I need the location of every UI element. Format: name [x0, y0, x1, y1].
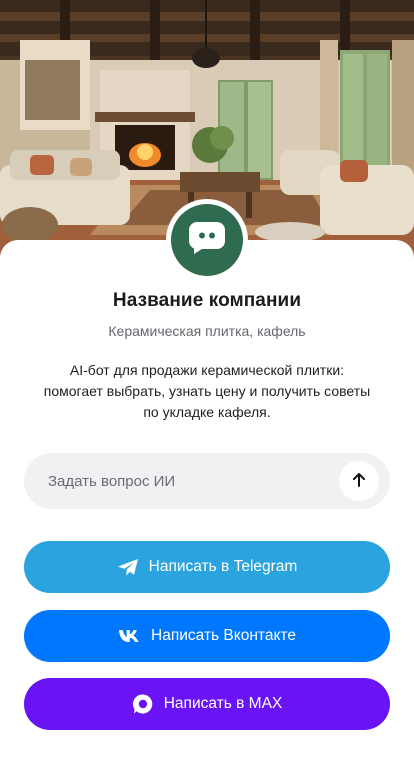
company-name: Название компании — [112, 290, 302, 311]
telegram-button-label: Написать в Telegram — [148, 558, 298, 575]
ask-ai-field — [24, 453, 390, 509]
arrow-up-icon — [351, 472, 367, 491]
company-category: Керамическая плитка, кафель — [108, 323, 306, 339]
vk-icon — [118, 629, 141, 643]
vk-button[interactable]: Написать Вконтакте — [24, 610, 390, 662]
vk-button-label: Написать Вконтакте — [151, 627, 296, 644]
company-description: AI-бот для продажи керамической плитки: … — [43, 362, 371, 420]
avatar — [171, 204, 243, 276]
max-button-label: Написать в MAX — [163, 695, 283, 712]
page: Название компании Керамическая плитка, к… — [0, 0, 414, 770]
max-button[interactable]: Написать в MAX — [24, 678, 390, 730]
telegram-icon — [117, 558, 139, 577]
company-avatar — [166, 199, 248, 281]
ask-ai-input[interactable] — [48, 453, 348, 509]
send-button[interactable] — [339, 461, 379, 501]
telegram-button[interactable]: Написать в Telegram — [24, 541, 390, 593]
chat-bot-icon — [188, 221, 226, 260]
max-icon — [132, 693, 154, 715]
